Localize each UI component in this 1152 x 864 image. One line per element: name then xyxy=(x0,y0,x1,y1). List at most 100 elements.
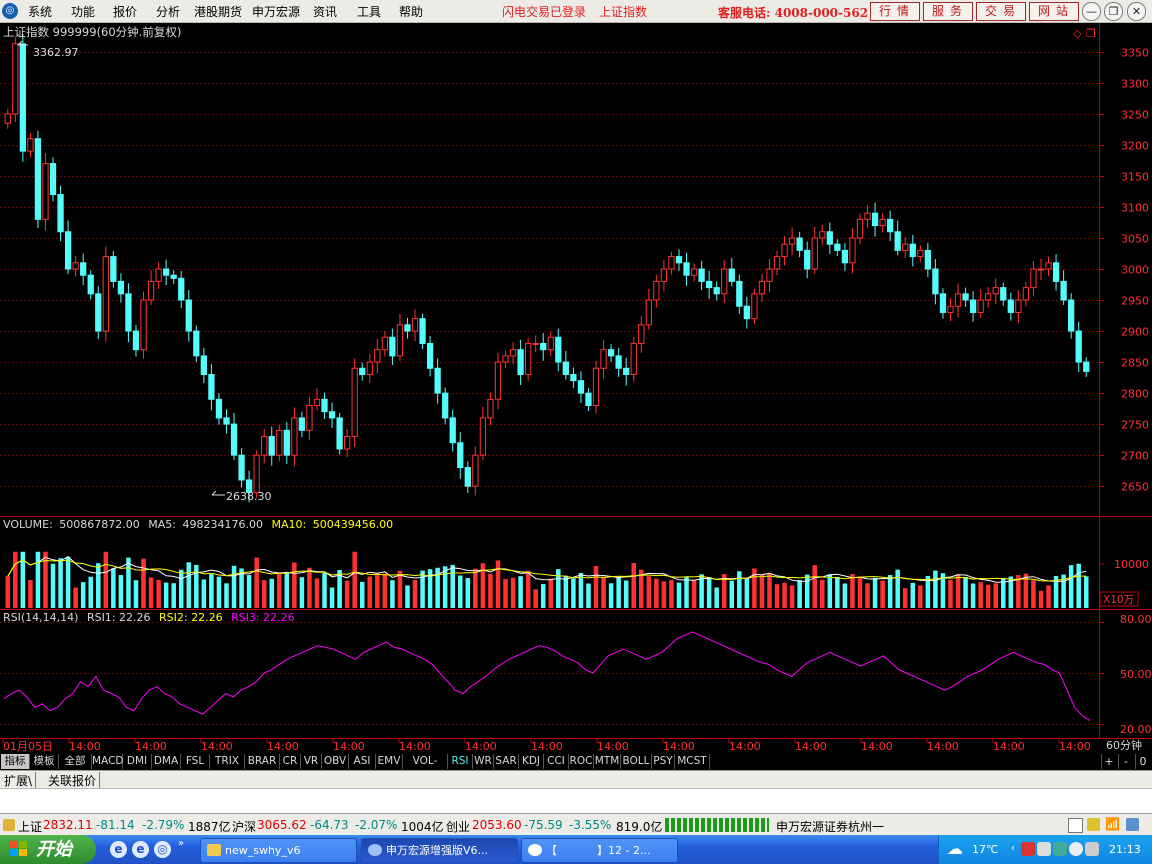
indicator-tab-cci[interactable]: CCI xyxy=(544,754,569,769)
candle-body xyxy=(939,293,947,313)
flash-trade-status[interactable]: 闪电交易已登录 xyxy=(502,3,586,20)
indicator-tab-fsl[interactable]: FSL xyxy=(181,754,210,769)
ie2-icon[interactable]: e xyxy=(132,841,149,858)
candle-body xyxy=(653,280,660,301)
trade-button[interactable]: 交易 xyxy=(976,2,1026,21)
zoom-in-button[interactable]: + xyxy=(1101,754,1116,769)
service-button[interactable]: 服务 xyxy=(923,2,973,21)
task-folder[interactable]: new_swhy_v6 xyxy=(200,838,357,863)
candle-body xyxy=(570,373,577,382)
zoom-out-button[interactable]: - xyxy=(1118,754,1133,769)
menu-hk-futures[interactable]: 港股期货 xyxy=(194,3,242,20)
indicator-tab-trix[interactable]: TRIX xyxy=(210,754,245,769)
candle-body xyxy=(27,138,34,152)
indicator-tab-wr[interactable]: WR xyxy=(473,754,494,769)
tray-network-icon[interactable] xyxy=(1053,842,1067,856)
volume-bar xyxy=(601,576,606,608)
indicator-tab-emv[interactable]: EMV xyxy=(376,754,403,769)
chart-options-icon[interactable]: ◇ ❐ xyxy=(1073,27,1096,40)
indicator-tab-roc[interactable]: ROC xyxy=(569,754,594,769)
tray-input-icon[interactable] xyxy=(1037,842,1051,856)
indicator-tab-kdj[interactable]: KDJ xyxy=(519,754,544,769)
kline-chart[interactable]: 3350 3300 3250 3200 3150 3100 3050 3000 2950 2900… xyxy=(0,23,1152,753)
indicator-tab-sar[interactable]: SAR xyxy=(494,754,519,769)
settings-icon[interactable] xyxy=(1126,818,1139,831)
menu-tools[interactable]: 工具 xyxy=(357,3,381,20)
indicator-tab-macd[interactable]: MACD xyxy=(92,754,123,769)
cy-index-name[interactable]: 创业 xyxy=(446,818,470,835)
xaxis-label: 14:00 xyxy=(597,740,629,753)
sh-index-name[interactable]: 上证 xyxy=(18,818,42,835)
indicator-tab-1[interactable]: 模板 xyxy=(30,754,59,769)
volume-bar xyxy=(812,565,817,608)
volume-bar xyxy=(495,560,501,608)
volume-bar xyxy=(28,579,33,608)
menu-news[interactable]: 资讯 xyxy=(313,3,337,20)
indicator-tab-obv[interactable]: OBV xyxy=(322,754,349,769)
rsi-ytick-80: 80.00 xyxy=(1120,613,1152,626)
app-logo-icon[interactable]: ◎ xyxy=(2,3,18,19)
hs-index-name[interactable]: 沪深 xyxy=(232,818,256,835)
menu-function[interactable]: 功能 xyxy=(71,3,95,20)
indicator-tab-cr[interactable]: CR xyxy=(280,754,301,769)
candle-body xyxy=(977,299,984,313)
indicator-tab-boll[interactable]: BOLL xyxy=(621,754,652,769)
tray-volume-icon[interactable] xyxy=(1085,842,1099,856)
minimize-icon[interactable]: — xyxy=(1082,2,1101,21)
period-label[interactable]: 60分钟 xyxy=(1106,738,1142,752)
tray-expand-icon[interactable]: ‹ xyxy=(1011,843,1015,854)
rsi-header: RSI(14,14,14) RSI1: 22.26 RSI2: 22.26 RS… xyxy=(3,611,295,624)
candle-body xyxy=(743,305,750,320)
candle-body xyxy=(698,268,705,282)
market-button[interactable]: 行情 xyxy=(870,2,920,21)
ie-icon[interactable]: e xyxy=(110,841,127,858)
indicator-tab-psy[interactable]: PSY xyxy=(652,754,675,769)
cy-index-change: -75.59 xyxy=(524,818,563,832)
indicator-tab-mtm[interactable]: MTM xyxy=(594,754,621,769)
indicator-tab-vr[interactable]: VR xyxy=(301,754,322,769)
rsi-line xyxy=(3,631,1091,722)
menu-swhy[interactable]: 申万宏源 xyxy=(252,3,300,20)
price-tick-label: 2900 xyxy=(1121,326,1149,339)
menu-analysis[interactable]: 分析 xyxy=(156,3,180,20)
window-icon[interactable] xyxy=(1068,818,1083,833)
reset-button[interactable]: 0 xyxy=(1135,754,1150,769)
ext-tab-related-quote[interactable]: 关联报价 xyxy=(48,772,101,789)
volume-bar xyxy=(985,584,991,608)
hs-index-amount: 1004亿 xyxy=(401,820,444,834)
current-security: 上证指数 xyxy=(599,5,648,19)
indicator-tab-0[interactable]: 指标 xyxy=(1,754,30,769)
indicator-tab-asi[interactable]: ASI xyxy=(349,754,376,769)
website-button[interactable]: 网站 xyxy=(1029,2,1079,21)
tray-app-icon[interactable] xyxy=(1021,842,1035,856)
task-window[interactable]: 【】12 - 2... xyxy=(521,838,678,863)
price-tick-label: 3150 xyxy=(1121,171,1149,184)
indicator-tab-rsi[interactable]: RSI xyxy=(448,754,473,769)
menu-help[interactable]: 帮助 xyxy=(399,3,423,20)
indicator-tab-dmi[interactable]: DMI xyxy=(123,754,152,769)
weather-icon[interactable]: ☁ xyxy=(947,839,963,858)
volume-bar xyxy=(503,579,508,608)
candle-body xyxy=(841,249,849,264)
restore-icon[interactable]: ❐ xyxy=(1104,2,1123,21)
candle-body xyxy=(638,324,645,344)
help-icon[interactable] xyxy=(1087,818,1100,831)
indicator-tab-mcst[interactable]: MCST xyxy=(675,754,710,769)
volume-bar xyxy=(820,579,825,608)
indicator-tab-2[interactable]: 全部 xyxy=(59,754,92,769)
ext-tab-expand[interactable]: 扩展\ xyxy=(4,772,37,789)
start-button[interactable]: 开始 xyxy=(0,835,96,864)
browser-icon[interactable]: ◎ xyxy=(154,841,171,858)
candle-body xyxy=(592,367,600,407)
candle-body xyxy=(291,417,298,456)
indicator-tab-voltdx[interactable]: VOL-TDX xyxy=(403,754,448,782)
quicklaunch-expand-icon[interactable]: » xyxy=(178,838,184,849)
indicator-tab-brar[interactable]: BRAR xyxy=(245,754,280,769)
indicator-tab-dma[interactable]: DMA xyxy=(152,754,181,769)
menu-quote[interactable]: 报价 xyxy=(113,3,137,20)
close-icon[interactable]: ✕ xyxy=(1127,2,1146,21)
menu-system[interactable]: 系统 xyxy=(28,3,52,20)
task-swhy-app[interactable]: 申万宏源增强版V6... xyxy=(361,838,518,863)
candle-body xyxy=(962,293,969,301)
tray-qq-icon[interactable] xyxy=(1069,842,1083,856)
